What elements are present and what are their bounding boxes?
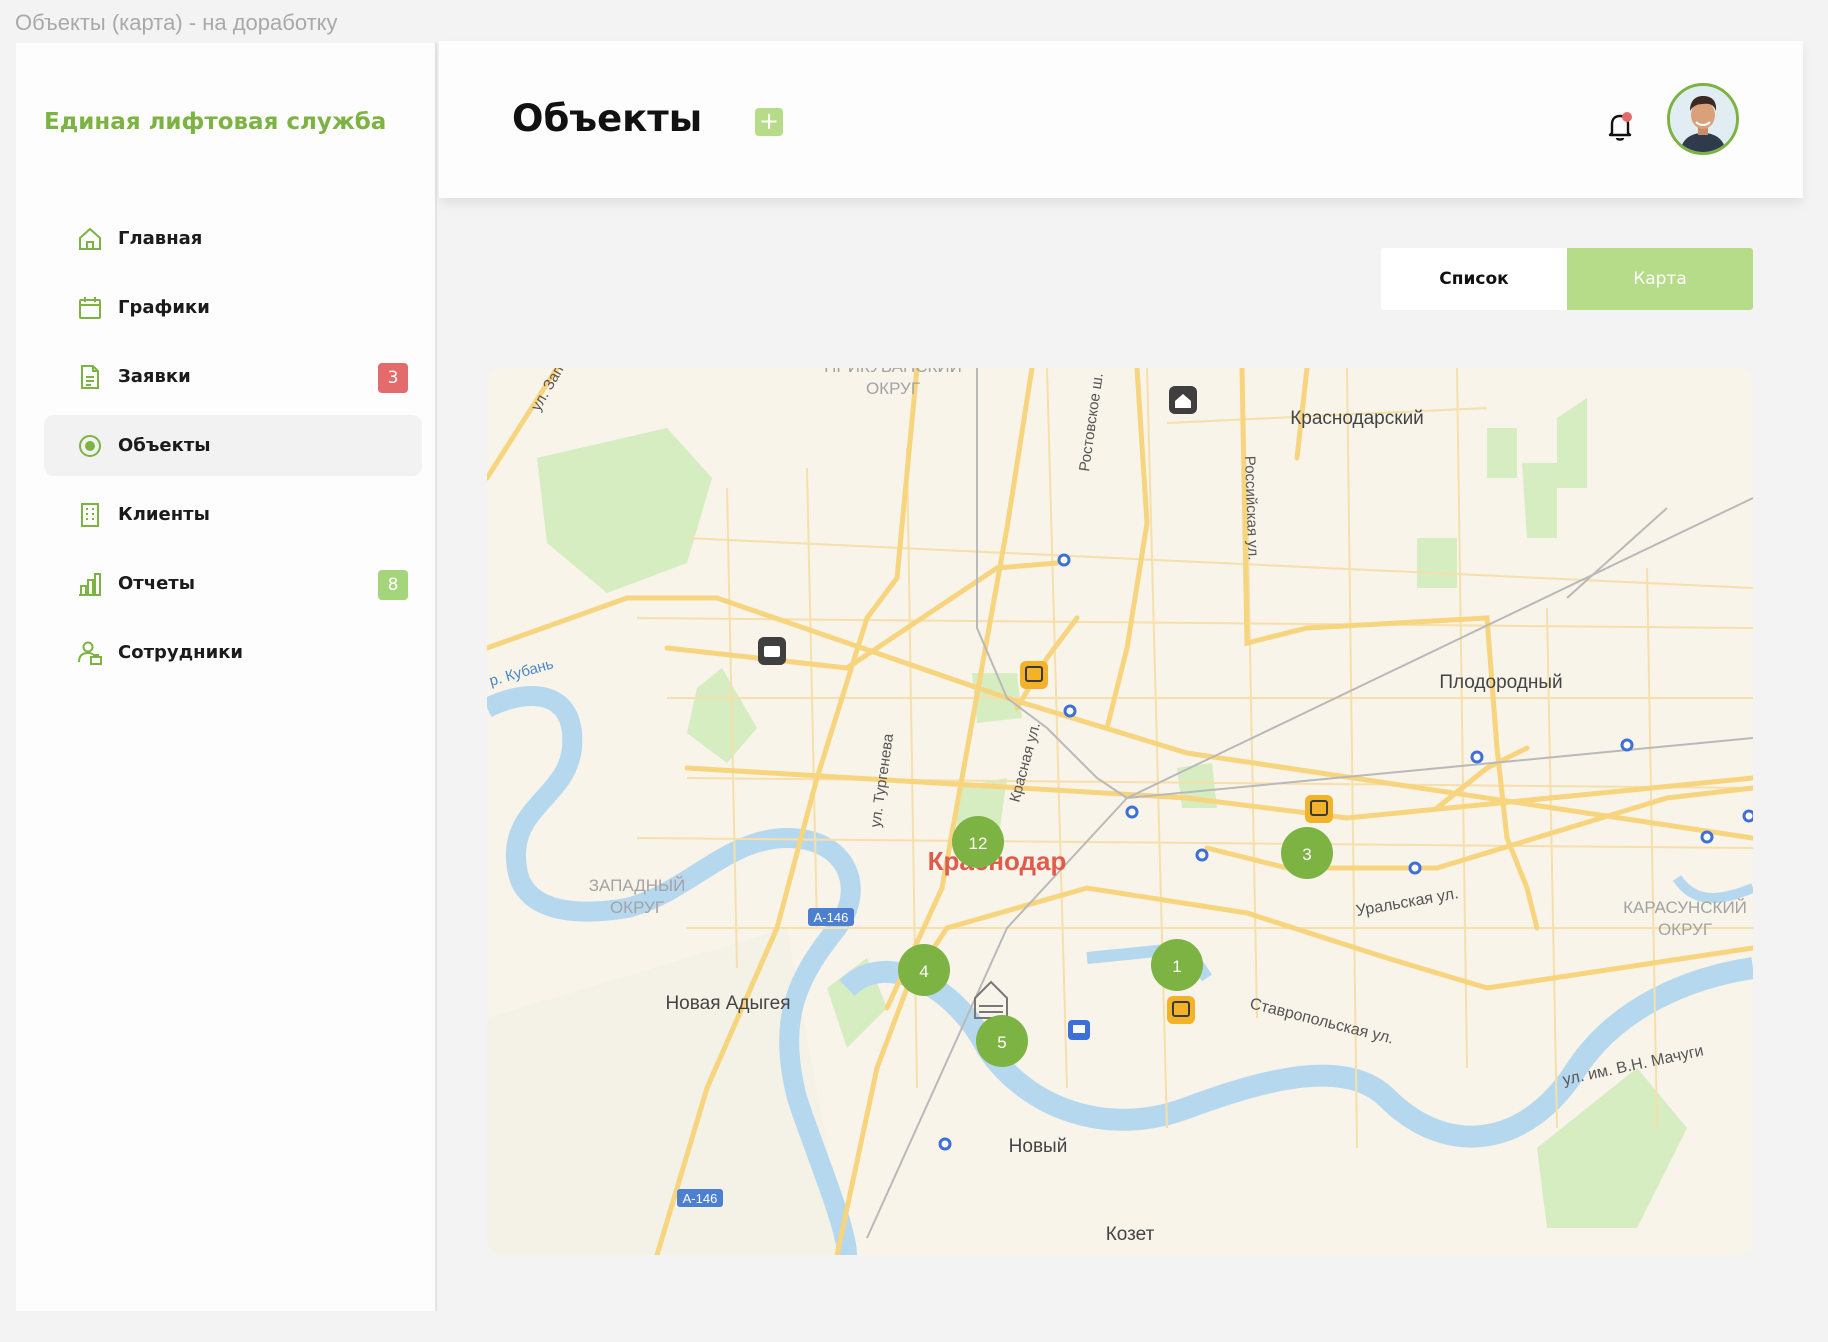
tram-depot-poi-icon[interactable] [1167, 996, 1195, 1024]
bar-chart-icon [76, 570, 103, 597]
tram-depot-poi-icon[interactable] [1020, 661, 1048, 689]
sidebar-item-label: Объекты [118, 435, 211, 456]
building-icon [76, 501, 103, 528]
cluster-count: 4 [919, 962, 928, 981]
brand-title[interactable]: Единая лифтовая служба [44, 109, 386, 135]
sidebar-item-objects[interactable]: Объекты [44, 415, 422, 476]
sidebar-item-clients[interactable]: Клиенты [44, 484, 422, 545]
requests-count-badge: 3 [378, 363, 408, 393]
cluster-count: 1 [1172, 957, 1181, 976]
sidebar-nav: Главная Графики Заявки 3 Объекты Клиенты… [44, 208, 422, 691]
target-icon [76, 432, 103, 459]
sidebar-item-requests[interactable]: Заявки 3 [44, 346, 422, 407]
bus-station-poi-icon[interactable] [1068, 1020, 1090, 1040]
sidebar-item-charts[interactable]: Графики [44, 277, 422, 338]
map-label-zapadny-okrug: ОКРУГ [610, 898, 664, 917]
page-title: Объекты [512, 97, 703, 140]
map-label-krasnodarsky: Краснодарский [1290, 408, 1424, 429]
map-label-karasunsky: КАРАСУНСКИЙ [1623, 898, 1747, 917]
list-view-tab[interactable]: Список [1381, 248, 1567, 310]
notification-dot [1622, 112, 1632, 122]
sidebar-item-staff[interactable]: Сотрудники [44, 622, 422, 683]
notifications-bell-icon[interactable] [1604, 107, 1636, 143]
page-header: Объекты + [439, 41, 1803, 198]
home-icon [76, 225, 103, 252]
object-cluster-4[interactable]: 4 [898, 944, 950, 996]
sidebar-item-label: Сотрудники [118, 642, 244, 663]
user-avatar[interactable] [1667, 83, 1739, 155]
map-label-prikubansky: ПРИКУБАНСКИЙ [824, 368, 962, 376]
sidebar: Единая лифтовая служба Главная Графики З… [16, 43, 437, 1311]
window-title: Объекты (карта) - на доработку [15, 10, 338, 35]
briefcase-poi-icon[interactable] [758, 637, 786, 665]
map-label-prikubansky-okrug: ОКРУГ [866, 379, 920, 398]
map-label-novy: Новый [1009, 1136, 1068, 1157]
view-toggle: Список Карта [1381, 248, 1753, 310]
tram-depot-poi-icon[interactable] [1305, 795, 1333, 823]
map-view-tab[interactable]: Карта [1567, 248, 1753, 310]
house-poi-icon[interactable] [1169, 386, 1197, 414]
object-cluster-12[interactable]: 12 [952, 816, 1004, 868]
cluster-count: 3 [1302, 845, 1311, 864]
object-cluster-3[interactable]: 3 [1281, 827, 1333, 879]
reports-count-badge: 8 [378, 570, 408, 600]
sidebar-item-reports[interactable]: Отчеты 8 [44, 553, 422, 614]
object-cluster-5[interactable]: 5 [976, 1015, 1028, 1067]
highway-a146-shield: А-146 [683, 1191, 718, 1206]
map-label-kozet: Козет [1106, 1224, 1155, 1245]
highway-a146-shield: А-146 [814, 910, 849, 925]
sidebar-item-label: Отчеты [118, 573, 196, 594]
sidebar-item-label: Заявки [118, 366, 191, 387]
map-label-zapadny: ЗАПАДНЫЙ [589, 876, 686, 895]
sidebar-item-label: Клиенты [118, 504, 210, 525]
sidebar-item-label: Главная [118, 228, 203, 249]
objects-map[interactable]: ПРИКУБАНСКИЙ ОКРУГ Краснодарский Плодоро… [487, 368, 1753, 1255]
map-label-karasunsky-okrug: ОКРУГ [1658, 920, 1712, 939]
cluster-count: 12 [969, 834, 988, 853]
sidebar-item-home[interactable]: Главная [44, 208, 422, 269]
map-label-novaya-adygeya: Новая Адыгея [665, 993, 790, 1014]
sidebar-item-label: Графики [118, 297, 210, 318]
document-icon [76, 363, 103, 390]
map-label-plodorodny: Плодородный [1439, 672, 1562, 693]
calendar-icon [76, 294, 103, 321]
staff-icon [76, 639, 103, 666]
cluster-count: 5 [997, 1033, 1006, 1052]
add-object-button[interactable]: + [755, 108, 783, 136]
object-cluster-1[interactable]: 1 [1151, 939, 1203, 991]
